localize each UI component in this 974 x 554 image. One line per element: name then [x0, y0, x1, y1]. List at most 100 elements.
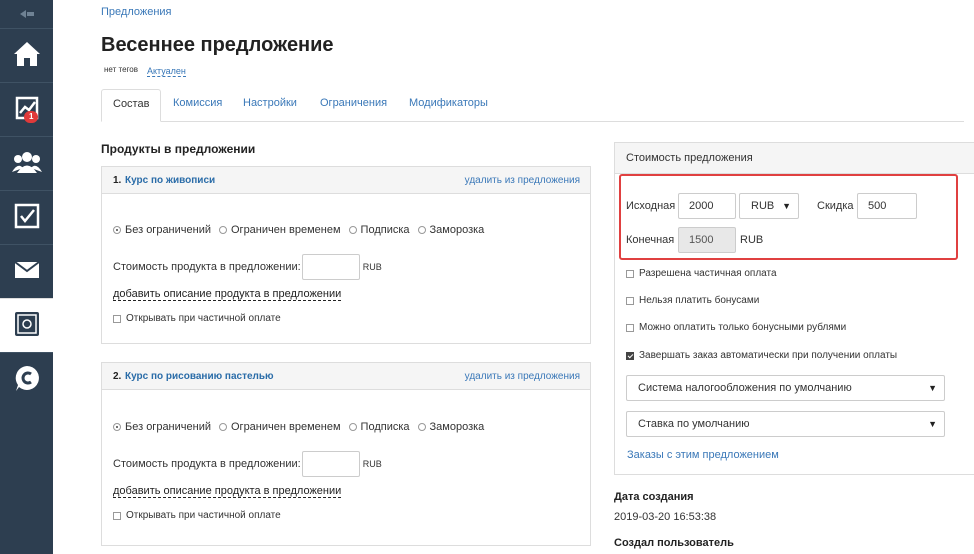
remove-product-link[interactable]: удалить из предложения	[465, 175, 580, 186]
currency-select-value: RUB	[751, 200, 775, 212]
dropdown-arrow-icon: ▼	[928, 419, 937, 429]
product-number: 2.	[113, 371, 122, 382]
radio-dot[interactable]	[113, 423, 121, 431]
checkbox[interactable]	[626, 351, 634, 360]
open-on-partial-checkbox[interactable]: Открывать при частичной оплате	[113, 313, 281, 324]
auto-complete-checkbox[interactable]: Завершать заказ автоматически при получе…	[626, 350, 897, 361]
checkbox[interactable]	[626, 296, 634, 305]
final-price-field: 1500	[678, 227, 736, 253]
safe-icon	[14, 311, 40, 340]
product-price-row: Стоимость продукта в предложении: RUB	[113, 451, 382, 477]
radio-label: Заморозка	[429, 421, 485, 433]
original-price-input[interactable]: 2000	[678, 193, 736, 219]
checkbox-label: Можно оплатить только бонусными рублями	[639, 322, 847, 333]
product-price-input[interactable]	[301, 451, 360, 477]
sidebar-item-users[interactable]	[0, 136, 53, 190]
tab-commission[interactable]: Комиссия	[173, 89, 222, 122]
original-price-label: Исходная	[626, 200, 676, 212]
users-icon	[11, 150, 42, 177]
radio-label: Подписка	[360, 421, 410, 433]
product-name-link[interactable]: Курс по рисованию пастелью	[125, 371, 274, 382]
notification-badge: 1	[24, 111, 39, 123]
add-description-link[interactable]: добавить описание продукта в предложении	[113, 288, 342, 301]
checkbox-icon	[14, 203, 40, 232]
created-by-label: Создал пользователь	[614, 537, 734, 549]
checkbox[interactable]	[113, 511, 121, 520]
checkbox[interactable]	[113, 314, 121, 323]
dropdown-arrow-icon: ▼	[928, 383, 937, 393]
radio-dot[interactable]	[113, 226, 121, 234]
breadcrumb[interactable]: Предложения	[101, 6, 172, 18]
product-card: 1. Курс по живописи удалить из предложен…	[101, 166, 591, 344]
created-date-value: 2019-03-20 16:53:38	[614, 511, 717, 523]
checkbox-label: Открывать при частичной оплате	[126, 510, 281, 521]
checkbox[interactable]	[626, 269, 634, 278]
tab-restrictions[interactable]: Ограничения	[320, 89, 387, 122]
final-price-label: Конечная	[626, 234, 675, 246]
discount-input[interactable]: 500	[857, 193, 917, 219]
radio-freeze[interactable]: Заморозка	[417, 421, 485, 433]
status-link[interactable]: Актуален	[147, 66, 186, 77]
radio-dot[interactable]	[348, 423, 357, 431]
add-description-link[interactable]: добавить описание продукта в предложении	[113, 485, 342, 498]
products-section-title: Продукты в предложении	[101, 142, 256, 156]
checkbox[interactable]	[626, 323, 634, 332]
checkbox-label: Открывать при частичной оплате	[126, 313, 281, 324]
partial-payment-checkbox[interactable]: Разрешена частичная оплата	[626, 268, 777, 279]
radio-label: Подписка	[360, 224, 410, 236]
checkbox-label: Нельзя платить бонусами	[639, 295, 760, 306]
orders-with-offer-link[interactable]: Заказы с этим предложением	[627, 449, 779, 461]
product-name-link[interactable]: Курс по живописи	[125, 175, 215, 186]
tab-composition[interactable]: Состав	[101, 89, 162, 122]
radio-label: Ограничен временем	[231, 224, 341, 236]
radio-label: Без ограничений	[125, 421, 211, 433]
product-price-input[interactable]	[301, 254, 360, 280]
sidebar: 1	[0, 0, 53, 554]
tax-system-select[interactable]: Система налогообложения по умолчанию ▼	[626, 375, 945, 401]
radio-subscription[interactable]: Подписка	[348, 224, 410, 236]
radio-label: Ограничен временем	[231, 421, 341, 433]
sidebar-item-home[interactable]	[0, 28, 53, 82]
open-on-partial-checkbox[interactable]: Открывать при частичной оплате	[113, 510, 281, 521]
sidebar-item-tasks[interactable]	[0, 190, 53, 244]
tags-label: нет тегов	[104, 65, 138, 74]
radio-dot[interactable]	[219, 226, 227, 234]
radio-no-limit[interactable]: Без ограничений	[113, 224, 211, 236]
bonus-only-checkbox[interactable]: Можно оплатить только бонусными рублями	[626, 322, 846, 333]
remove-product-link[interactable]: удалить из предложения	[465, 371, 580, 382]
created-date-label: Дата создания	[614, 491, 694, 503]
tab-modifiers[interactable]: Модификаторы	[409, 89, 488, 122]
sidebar-item-mail[interactable]	[0, 244, 53, 298]
radio-time-limited[interactable]: Ограничен временем	[219, 421, 341, 433]
radio-dot[interactable]	[417, 226, 426, 234]
radio-no-limit[interactable]: Без ограничений	[113, 421, 211, 433]
radio-dot[interactable]	[417, 423, 426, 431]
product-price-label: Стоимость продукта в предложении:	[113, 261, 301, 273]
radio-subscription[interactable]: Подписка	[348, 421, 410, 433]
radio-dot[interactable]	[348, 226, 357, 234]
product-number: 1.	[113, 175, 122, 186]
radio-freeze[interactable]: Заморозка	[417, 224, 485, 236]
offer-cost-panel: Стоимость предложения Исходная 2000 RUB …	[614, 142, 974, 475]
sidebar-item-stats[interactable]: 1	[0, 82, 53, 136]
vat-rate-select[interactable]: Ставка по умолчанию ▼	[626, 411, 945, 437]
tax-select-value: Система налогообложения по умолчанию	[638, 382, 852, 394]
no-bonus-checkbox[interactable]: Нельзя платить бонусами	[626, 295, 759, 306]
collapse-sidebar-icon[interactable]	[0, 0, 53, 28]
dropdown-arrow-icon: ▼	[782, 201, 791, 211]
product-card-header: 1. Курс по живописи удалить из предложен…	[102, 167, 590, 194]
sidebar-item-chat[interactable]	[0, 352, 53, 406]
rate-select-value: Ставка по умолчанию	[638, 418, 750, 430]
sidebar-item-offers[interactable]	[0, 298, 53, 352]
home-icon	[13, 41, 41, 70]
currency-select[interactable]: RUB ▼	[739, 193, 799, 219]
final-currency-label: RUB	[740, 234, 764, 246]
product-price-row: Стоимость продукта в предложении: RUB	[113, 254, 382, 280]
tab-settings[interactable]: Настройки	[243, 89, 297, 122]
radio-label: Заморозка	[429, 224, 485, 236]
mail-icon	[13, 261, 40, 282]
chat-icon	[13, 364, 41, 395]
checkbox-label: Завершать заказ автоматически при получе…	[639, 350, 898, 361]
radio-time-limited[interactable]: Ограничен временем	[219, 224, 341, 236]
radio-dot[interactable]	[219, 423, 227, 431]
